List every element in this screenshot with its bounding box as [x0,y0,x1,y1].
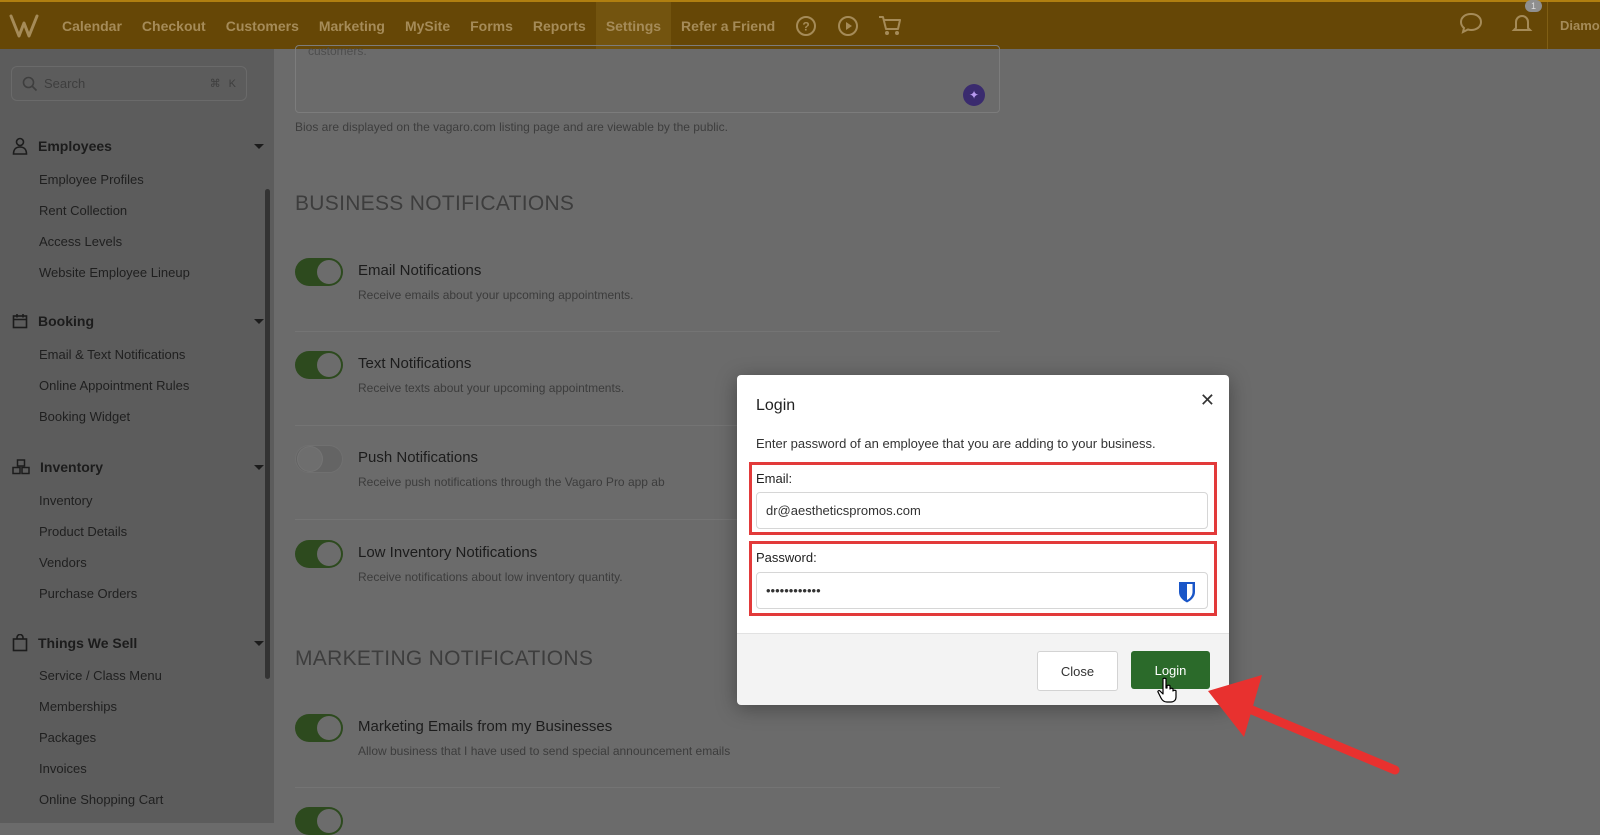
sidebar-group-label: Inventory [40,459,104,475]
sidebar-item-invoices[interactable]: Invoices [39,761,87,776]
row-title: Low Inventory Notifications [358,544,538,561]
nav-forms[interactable]: Forms [460,2,523,49]
password-value: •••••••••••• [766,583,821,598]
sidebar-item-booking-widget[interactable]: Booking Widget [39,409,130,424]
email-notifications-toggle[interactable] [295,258,343,286]
row-title: Email Notifications [358,262,482,279]
row-description: Receive push notifications through the V… [358,475,665,489]
nav-settings[interactable]: Settings [595,2,672,49]
shortcut-key-cmd: ⌘ [209,78,221,90]
login-modal: Login ✕ Enter password of an employee th… [737,375,1229,705]
svg-text:?: ? [803,19,810,33]
sidebar-group-employees[interactable]: Employees [12,137,264,155]
sidebar-item-online-appointment-rules[interactable]: Online Appointment Rules [39,378,189,393]
divider [295,787,1000,788]
shortcut-key-k: K [228,77,236,90]
sidebar-item-rent-collection[interactable]: Rent Collection [39,203,127,218]
user-menu[interactable]: Diamo [1547,2,1600,49]
divider [295,331,1000,332]
email-field[interactable]: dr@aestheticspromos.com [756,492,1208,529]
row-description: Allow business that I have used to send … [358,744,731,758]
marketing-notifications-heading: MARKETING NOTIFICATIONS [295,647,594,670]
ai-sparkle-icon[interactable]: ✦ [963,84,985,106]
search-icon [22,76,38,91]
help-icon[interactable]: ? [793,2,819,49]
nav-marketing[interactable]: Marketing [309,2,395,49]
bag-icon [12,634,28,652]
nav-refer-a-friend[interactable]: Refer a Friend [671,2,785,49]
hand-cursor-icon [1157,677,1177,703]
sidebar-item-vendors[interactable]: Vendors [39,555,87,570]
sidebar-item-access-levels[interactable]: Access Levels [39,234,122,249]
row-description: Receive texts about your upcoming appoin… [358,381,625,395]
sidebar-search[interactable]: Search ⌘ K [11,66,247,101]
close-icon[interactable]: ✕ [1200,390,1215,411]
marketing-emails-toggle[interactable] [295,714,343,742]
sidebar-item-inventory[interactable]: Inventory [39,493,92,508]
sidebar-item-memberships[interactable]: Memberships [39,699,117,714]
search-input[interactable]: Search [44,76,202,91]
password-field[interactable]: •••••••••••• [756,572,1208,609]
modal-title: Login [756,397,796,414]
sidebar-item-employee-profiles[interactable]: Employee Profiles [39,172,144,187]
password-label: Password: [756,550,817,565]
sidebar-group-label: Things We Sell [38,635,138,651]
nav-reports[interactable]: Reports [523,2,596,49]
sidebar-item-website-employee-lineup[interactable]: Website Employee Lineup [39,265,190,280]
person-icon [12,137,28,155]
sidebar-item-online-shopping-cart[interactable]: Online Shopping Cart [39,792,163,807]
chevron-down-icon [254,640,264,646]
bio-text: customers. [308,44,367,58]
calendar-icon [12,314,28,329]
row-title: Push Notifications [358,449,479,466]
chevron-down-icon [254,464,264,470]
bio-textarea[interactable]: customers. ✦ [295,44,1000,113]
chevron-down-icon [254,318,264,324]
vagaro-logo-icon[interactable] [0,2,48,49]
sidebar-group-inventory[interactable]: Inventory [12,459,264,475]
sidebar-scrollbar[interactable] [265,189,270,679]
main-nav: Calendar Checkout Customers Marketing My… [52,2,911,49]
top-right-controls: 1 Diamo [1445,0,1600,49]
modal-description: Enter password of an employee that you a… [756,436,1156,451]
email-label: Email: [756,471,793,486]
sidebar-group-label: Booking [38,313,94,329]
low-inventory-notifications-toggle[interactable] [295,540,343,568]
sidebar-group-things-we-sell[interactable]: Things We Sell [12,634,264,652]
bio-hint: Bios are displayed on the vagaro.com lis… [295,120,728,134]
row-description: Receive emails about your upcoming appoi… [358,288,634,302]
close-button[interactable]: Close [1037,651,1118,691]
next-notification-toggle[interactable] [295,807,343,835]
nav-mysite[interactable]: MySite [395,2,460,49]
play-icon[interactable] [835,2,861,49]
password-manager-shield-icon[interactable] [1177,580,1197,607]
cart-icon[interactable] [877,2,903,49]
nav-calendar[interactable]: Calendar [52,2,132,49]
row-title: Marketing Emails from my Businesses [358,718,613,735]
sidebar-item-packages[interactable]: Packages [39,730,96,745]
sidebar-group-label: Employees [38,138,112,154]
push-notifications-toggle[interactable] [295,445,343,473]
nav-customers[interactable]: Customers [216,2,309,49]
boxes-icon [12,459,30,475]
settings-sidebar: Search ⌘ K Employees Employee Profiles R… [0,49,274,823]
sidebar-item-email-text-notifications[interactable]: Email & Text Notifications [39,347,185,362]
business-notifications-heading: BUSINESS NOTIFICATIONS [295,192,575,215]
red-arrow-annotation [1208,675,1400,775]
top-nav-bar: Calendar Checkout Customers Marketing My… [0,0,1600,49]
text-notifications-toggle[interactable] [295,351,343,379]
sidebar-item-purchase-orders[interactable]: Purchase Orders [39,586,137,601]
nav-checkout[interactable]: Checkout [132,2,216,49]
row-title: Text Notifications [358,355,472,372]
row-description: Receive notifications about low inventor… [358,570,623,584]
sidebar-item-product-details[interactable]: Product Details [39,524,127,539]
bell-icon[interactable]: 1 [1511,0,1543,39]
notification-badge: 1 [1525,0,1543,12]
sidebar-group-booking[interactable]: Booking [12,313,264,329]
chat-icon[interactable] [1459,12,1483,39]
modal-footer: Close Login [737,633,1229,705]
sidebar-item-service-class-menu[interactable]: Service / Class Menu [39,668,162,683]
chevron-down-icon [254,143,264,149]
